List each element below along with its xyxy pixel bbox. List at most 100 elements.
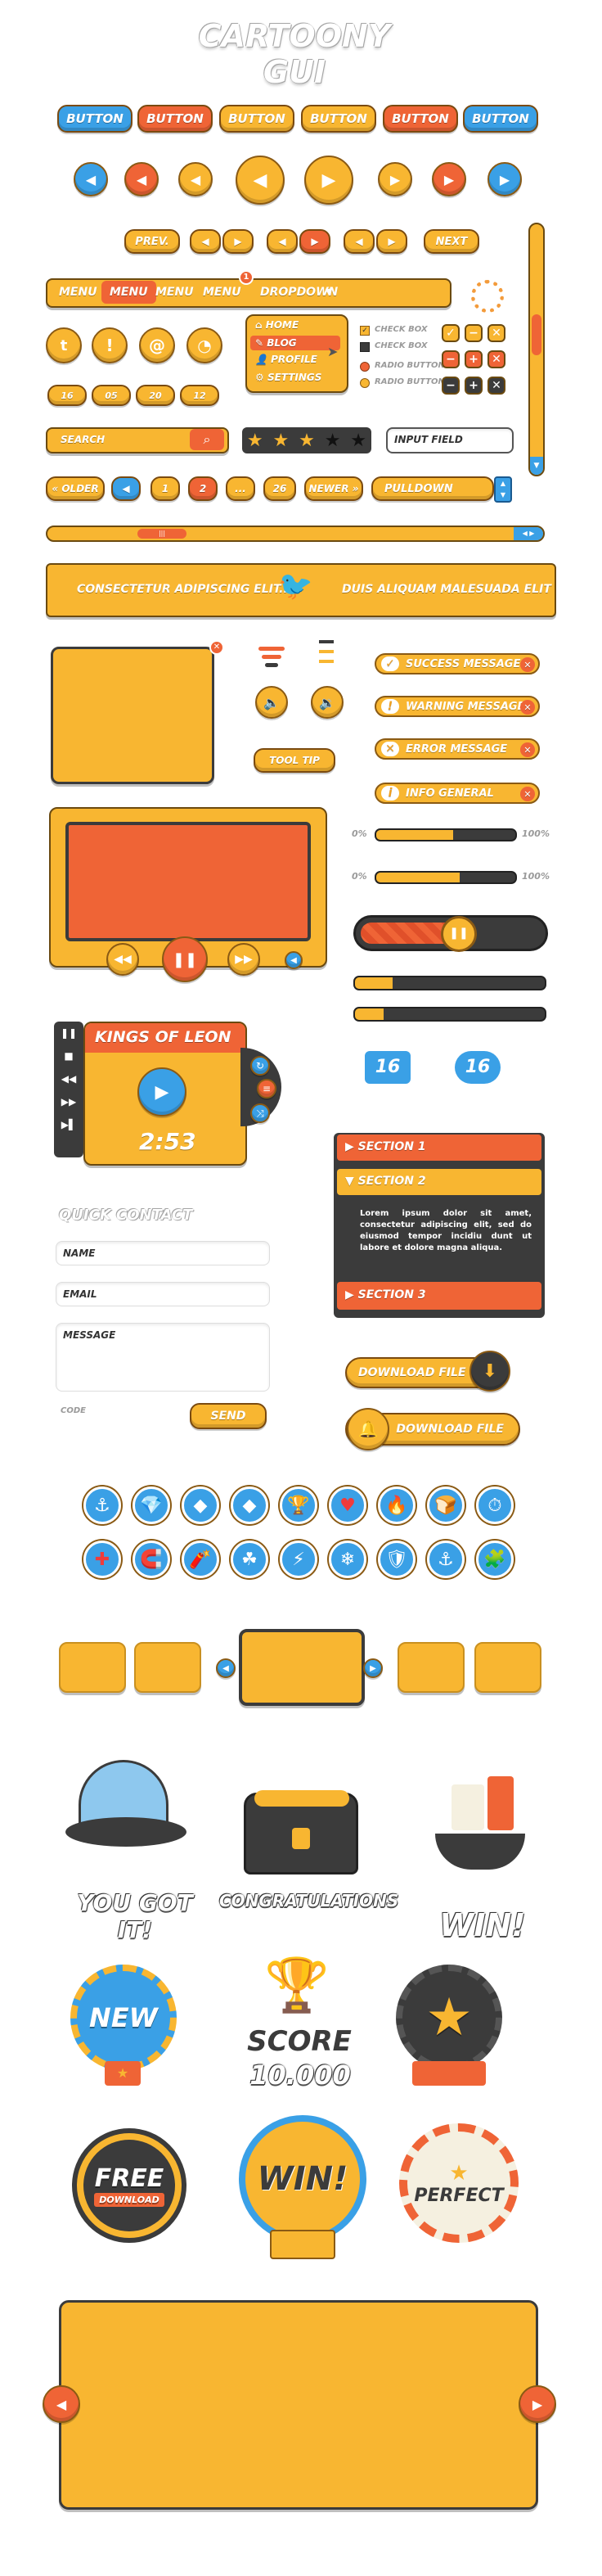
page-26[interactable]: 26	[263, 476, 296, 501]
window-close-icon[interactable]: ✕	[209, 640, 224, 655]
snowflake-icon[interactable]: ❄	[329, 1541, 366, 1578]
play-button[interactable]: ▶	[137, 1067, 186, 1117]
speaker-icon[interactable]: 🔈	[255, 686, 288, 719]
search-input[interactable]: SEARCH	[61, 434, 105, 445]
pager-right-1[interactable]: ▶	[222, 229, 254, 254]
scroll-thumb[interactable]	[532, 314, 541, 355]
prev-button[interactable]: PREV.	[124, 229, 180, 254]
close-icon[interactable]: ✕	[520, 700, 535, 715]
shuffle-icon[interactable]: ⤨	[250, 1103, 270, 1123]
radio-1[interactable]	[360, 362, 370, 372]
video-screen[interactable]	[65, 822, 311, 941]
bottom-panel-prev-icon[interactable]: ◀	[43, 2385, 80, 2423]
volume-icon[interactable]: ◀	[285, 951, 303, 969]
checkbox-2[interactable]	[360, 342, 370, 352]
checkbox-1[interactable]: ✓	[360, 326, 370, 336]
minus-small-orange[interactable]: −	[442, 350, 460, 368]
minus-small-dark[interactable]: −	[442, 377, 460, 395]
date-stepper-4[interactable]: 12	[180, 385, 219, 406]
date-stepper-3[interactable]: 20	[136, 385, 175, 406]
star-3-icon[interactable]: ★	[299, 431, 315, 451]
radio-2[interactable]	[360, 378, 370, 388]
carousel-thumb-3[interactable]	[398, 1642, 465, 1693]
twitter-icon[interactable]: t	[46, 327, 82, 363]
pause-small-icon[interactable]: ❚❚	[54, 1022, 83, 1044]
carousel-active[interactable]	[239, 1629, 365, 1706]
h-scroll-thumb[interactable]: |||	[137, 529, 186, 539]
diamond-icon[interactable]: 💎	[133, 1487, 170, 1524]
email-at-icon[interactable]: @	[139, 327, 175, 363]
toast-icon[interactable]: 🍞	[427, 1487, 465, 1524]
star-5-icon[interactable]: ★	[350, 431, 366, 451]
h-scroll-arrows[interactable]: ◀ ▶	[514, 527, 543, 540]
page-2[interactable]: 2	[188, 476, 218, 501]
button-4[interactable]: BUTTON	[301, 105, 376, 133]
pager-right-3[interactable]: ▶	[376, 229, 407, 254]
anchor-icon[interactable]: ⚓	[427, 1541, 465, 1578]
gold-gem-icon[interactable]: ◆	[231, 1487, 268, 1524]
anchor-coin-icon[interactable]: ⚓	[83, 1487, 121, 1524]
prev-circle-yellow[interactable]: ◀	[178, 162, 213, 196]
button-3[interactable]: BUTTON	[219, 105, 294, 133]
carousel-thumb-4[interactable]	[474, 1642, 541, 1693]
newer-button[interactable]: NEWER »	[304, 476, 363, 501]
close-small-orange[interactable]: ✕	[487, 350, 505, 368]
star-1-icon[interactable]: ★	[247, 431, 263, 451]
slider-bar-2[interactable]	[353, 1007, 546, 1022]
playlist-icon[interactable]: ≡	[257, 1079, 276, 1099]
pulldown-arrows[interactable]: ▲ ▼	[494, 476, 512, 503]
menu-item-4[interactable]: MENU	[203, 286, 241, 299]
message-field[interactable]: MESSAGE	[56, 1323, 270, 1392]
email-field[interactable]: EMAIL	[56, 1282, 270, 1306]
dropdown-item-settings[interactable]: ⚙ SETTINGS	[255, 372, 321, 383]
close-icon[interactable]: ✕	[520, 657, 535, 672]
search-icon[interactable]: ⌕	[190, 429, 224, 450]
close-small-dark[interactable]: ✕	[487, 377, 505, 395]
magnet-icon[interactable]: 🧲	[133, 1541, 170, 1578]
accordion-section-3[interactable]: ▶ SECTION 3	[337, 1282, 541, 1310]
dropdown-item-home[interactable]: ⌂ HOME	[255, 319, 299, 331]
close-small-yellow[interactable]: ✕	[487, 324, 505, 342]
bottom-panel-next-icon[interactable]: ▶	[519, 2385, 556, 2423]
button-5[interactable]: BUTTON	[383, 105, 458, 133]
lightning-icon[interactable]: ⚡	[280, 1541, 317, 1578]
speaker-mute-icon[interactable]: 🔉	[311, 686, 344, 719]
forward-small-icon[interactable]: ▶▶	[54, 1090, 83, 1113]
pager-right-2[interactable]: ▶	[299, 229, 330, 254]
star-2-icon[interactable]: ★	[273, 431, 290, 451]
scroll-down-arrow[interactable]: ▼	[530, 457, 543, 475]
input-field[interactable]: INPUT FIELD	[386, 427, 514, 453]
dropdown-item-profile[interactable]: 👤 PROFILE	[255, 354, 317, 365]
pulldown-select[interactable]: PULLDOWN	[371, 476, 494, 501]
progress-bar-2[interactable]	[375, 871, 517, 884]
horizontal-scrollbar[interactable]: ||| ◀ ▶	[46, 526, 545, 542]
prev-circle-orange[interactable]: ◀	[124, 162, 159, 196]
prev-circle-blue[interactable]: ◀	[74, 162, 108, 196]
next-button[interactable]: NEXT	[424, 229, 479, 254]
rewind-small-icon[interactable]: ◀◀	[54, 1067, 83, 1090]
check-small-yellow[interactable]: ✓	[442, 324, 460, 342]
button-1[interactable]: BUTTON	[57, 105, 133, 133]
star-4-icon[interactable]: ★	[325, 431, 341, 451]
star-rating[interactable]: ★ ★ ★ ★ ★	[242, 427, 371, 453]
trophy-icon[interactable]: 🏆	[280, 1487, 317, 1524]
close-icon[interactable]: ✕	[520, 742, 535, 757]
button-2[interactable]: BUTTON	[137, 105, 213, 133]
carousel-thumb-2[interactable]	[134, 1642, 201, 1693]
name-field[interactable]: NAME	[56, 1241, 270, 1265]
health-plus-icon[interactable]: ✚	[83, 1541, 121, 1578]
volume-slider[interactable]	[316, 640, 337, 674]
menu-item-1[interactable]: MENU	[59, 286, 97, 299]
download-icon[interactable]: ⬇	[469, 1351, 510, 1392]
date-stepper-1[interactable]: 16	[47, 385, 87, 406]
timer-icon[interactable]: ⏱	[476, 1487, 514, 1524]
rewind-button[interactable]: ◀◀	[106, 943, 139, 976]
close-icon[interactable]: ✕	[520, 787, 535, 801]
minus-small-yellow[interactable]: −	[465, 324, 483, 342]
next-circle-orange[interactable]: ▶	[432, 162, 466, 196]
next-circle-yellow[interactable]: ▶	[378, 162, 412, 196]
button-6[interactable]: BUTTON	[463, 105, 538, 133]
next-circle-large[interactable]: ▶	[304, 156, 353, 205]
older-button[interactable]: « OLDER	[46, 476, 105, 501]
page-1[interactable]: 1	[150, 476, 180, 501]
